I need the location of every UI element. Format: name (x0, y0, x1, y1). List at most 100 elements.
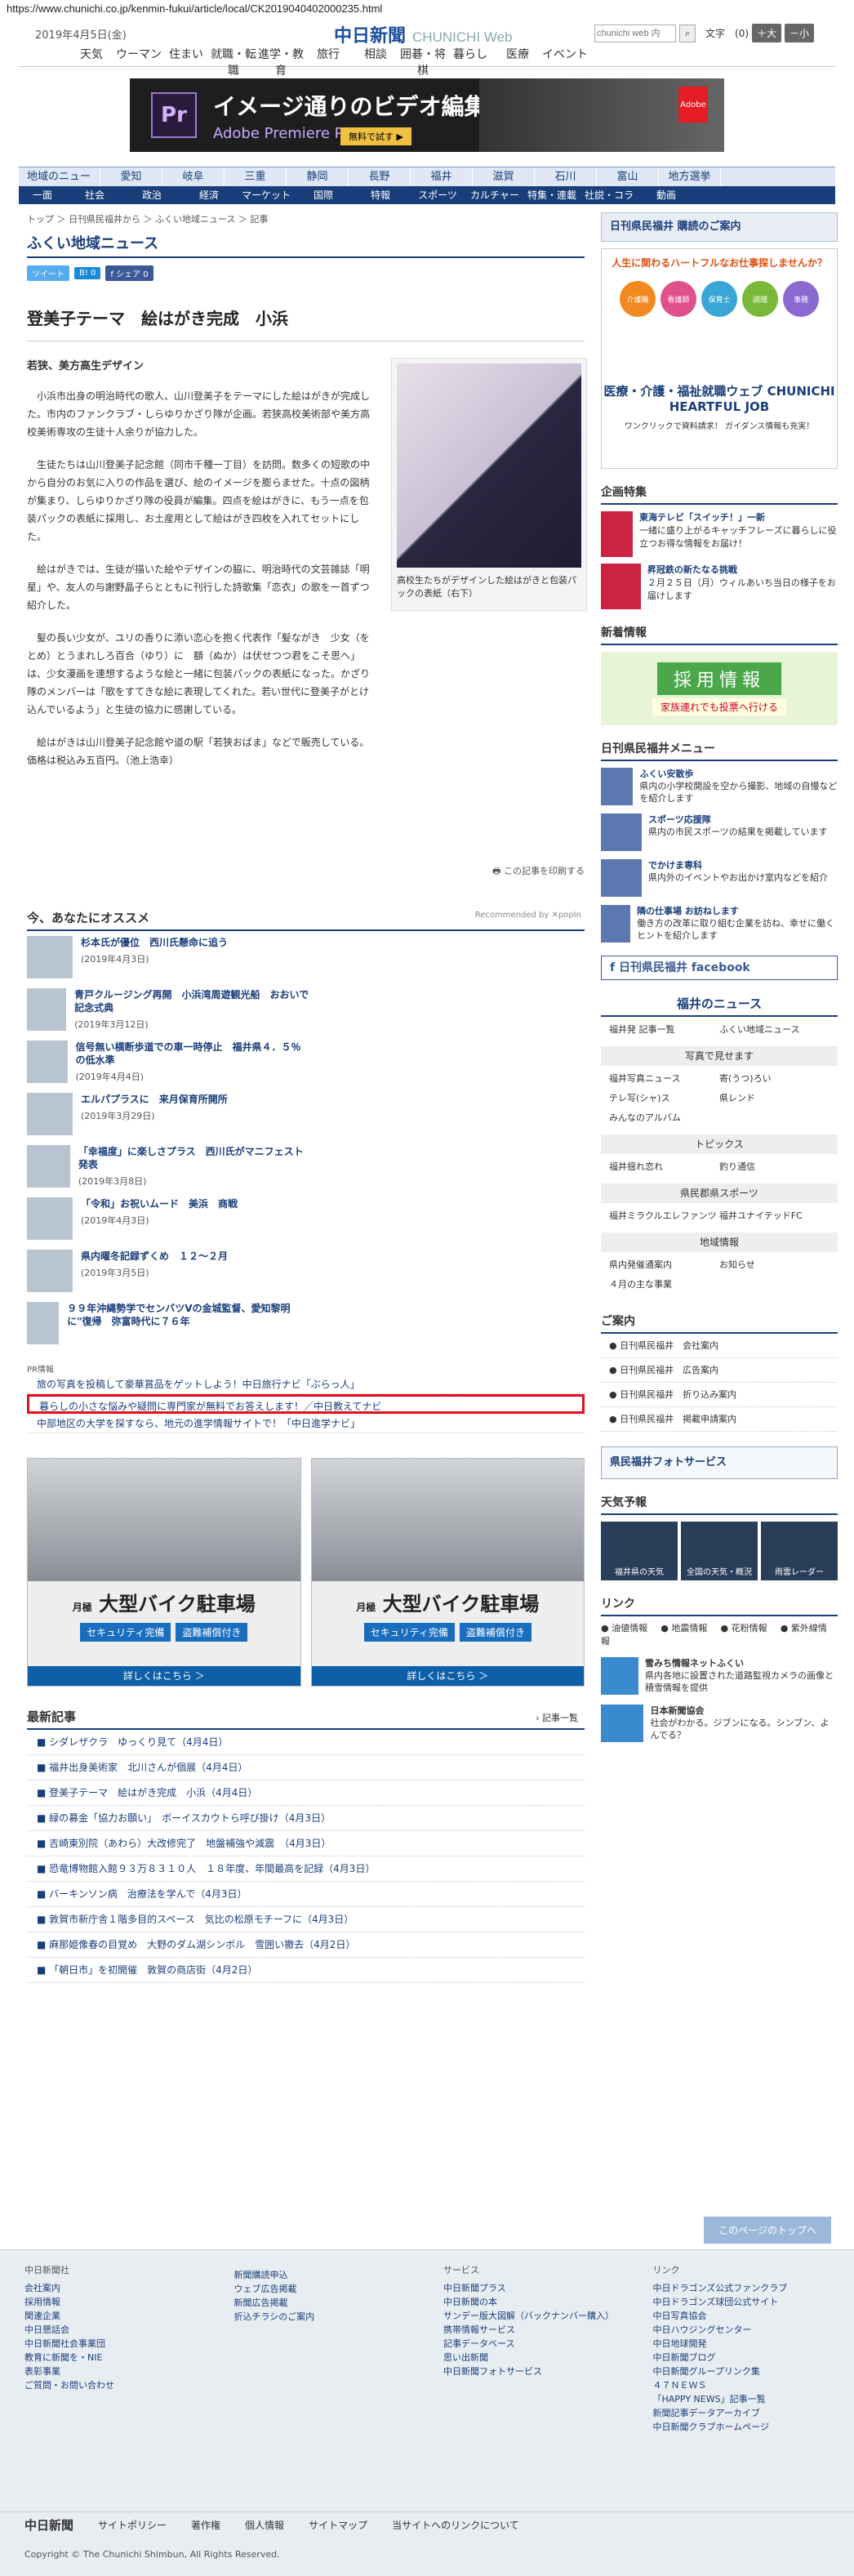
photo-link[interactable]: 県レンド (719, 1089, 830, 1108)
latest-item[interactable]: ■ バーキンソン病 治療法を学んで（4月3日） (27, 1882, 585, 1907)
recommend-title[interactable]: 「幸福度」に楽しさプラス 西川氏がマニフェスト発表 (78, 1145, 309, 1171)
menu-title[interactable]: 隣の仕事場 お訪ねします (637, 906, 739, 916)
feature-item[interactable]: 昇冠鉄の新たなる挑戦 ２月２５日（月）ウィルあいち当日の様子をお届けします (601, 564, 838, 609)
facebook-share-button[interactable]: f シェア 0 (105, 265, 153, 281)
recommend-item[interactable]: 「幸福度」に楽しさプラス 西川氏がマニフェスト発表 (2019年3月8日) (27, 1145, 309, 1191)
top-nav-item[interactable]: 囲碁・将棋 (399, 46, 447, 78)
recommend-title[interactable]: 杉本氏が優位 西川氏懸命に追う (81, 936, 228, 949)
menu-item[interactable]: 隣の仕事場 お訪ねします 働き方の改革に取り組む企業を訪ね、幸せに働くヒントを紹介… (601, 905, 838, 944)
footer-link[interactable]: 中日ハウジングセンター (653, 2323, 830, 2337)
topic-link[interactable]: 釣り通信 (719, 1157, 830, 1177)
pr-link-highlighted[interactable]: 暮らしの小さな悩みや疑問に専門家が無料でお答えします！／中日教えてナビ (27, 1394, 585, 1414)
footer-link[interactable]: 折込チラシのご案内 (234, 2310, 411, 2324)
region-nav-item[interactable]: 愛知 (100, 167, 162, 186)
photo-link[interactable]: 福井写真ニュース (609, 1069, 719, 1089)
photo-service-banner[interactable]: 県民福井フォトサービス (601, 1446, 838, 1479)
footer-link[interactable]: 教育に新聞を・NIE (24, 2351, 202, 2364)
link-title[interactable]: 日本新聞協会 (650, 1705, 704, 1716)
footer-bottom-link[interactable]: サイトマップ (309, 2518, 367, 2532)
sports-link[interactable]: 福井ミラクルエレファンツ (609, 1206, 719, 1226)
news-link[interactable]: ふくい地域ニュース (719, 1020, 830, 1040)
footer-link[interactable]: サンデー版大図解（バックナンバー購入） (443, 2309, 620, 2323)
nav-item[interactable]: 社説・コラム (580, 186, 638, 219)
region-nav-item[interactable]: 岐阜 (162, 167, 225, 186)
subscribe-banner[interactable]: 日刊県民福井 購読のご案内 (601, 212, 838, 242)
link-item[interactable]: ● 油値情報 (601, 1623, 647, 1633)
menu-title[interactable]: スポーツ応援隊 (648, 814, 711, 825)
footer-link[interactable]: 会社案内 (24, 2281, 202, 2295)
latest-item[interactable]: ■ 敦賀市新庁舎１階多目的スペース 気比の松原モチーフに（4月3日） (27, 1907, 585, 1932)
nav-item[interactable]: 一面 (19, 186, 66, 204)
print-link[interactable]: 🖶 この記事を印刷する (27, 864, 585, 880)
tweet-button[interactable]: ツイート (27, 265, 69, 281)
recommend-item[interactable]: 青戸クルージング再開 小浜湾周遊観光船 おおいで記念式典 (2019年3月12日) (27, 988, 309, 1034)
pr-link[interactable]: 中部地区の大学を探すなら、地元の進学情報サイトで！「中日進学ナビ」 (27, 1414, 585, 1433)
article-photo[interactable]: 高校生たちがデザインした絵はがきと包装パックの表紙（右下） (391, 358, 587, 611)
region-nav-item[interactable]: 地方選挙 (659, 167, 721, 186)
font-large-button[interactable]: ＋大 (752, 24, 782, 42)
photo-link[interactable]: 寄(うつ)ろい (719, 1069, 830, 1089)
region-nav-item[interactable]: 三重 (225, 167, 287, 186)
region-nav-item[interactable]: 滋賀 (473, 167, 535, 186)
bike-ad-more[interactable]: 詳しくはこちら ＞ (28, 1666, 300, 1686)
link-item[interactable]: ● 地震情報 (661, 1623, 707, 1633)
topic-link[interactable]: 福井揺れ恋れ (609, 1157, 719, 1177)
guide-link[interactable]: ● 日刊県民福井 掲載申請案内 (601, 1407, 838, 1432)
nav-item[interactable]: マーケット (238, 186, 295, 204)
recommend-item[interactable]: ９９年沖縄勢学でセンバツVの金城監督、愛知黎明に"復帰 弥富時代に７６年 (27, 1302, 309, 1348)
link-title[interactable]: 雪みち情報ネットふくい (645, 1658, 744, 1669)
job-ad[interactable]: 人生に関わるハートフルなお仕事探しませんか？ 介護職 看護師 保育士 調理 事務 医療・… (601, 248, 838, 469)
menu-title[interactable]: ふくい安散歩 (639, 769, 693, 779)
footer-link[interactable]: 「HAPPY NEWS」記事一覧 (653, 2392, 830, 2406)
recommend-title[interactable]: 信号無い横断歩道での車一時停止 福井県４．５％の低水準 (76, 1041, 309, 1067)
page-top-button[interactable]: このページのトップへ (704, 2217, 831, 2244)
top-nav-item[interactable]: 暮らし (447, 46, 494, 78)
feature-title[interactable]: 昇冠鉄の新たなる挑戦 (647, 564, 737, 575)
recommend-title[interactable]: ９９年沖縄勢学でセンバツVの金城監督、愛知黎明に"復帰 弥富時代に７６年 (67, 1302, 309, 1328)
footer-link[interactable]: ウェブ広告掲載 (234, 2282, 411, 2296)
footer-link[interactable]: ４７ＮＥＷＳ (653, 2378, 830, 2392)
footer-link[interactable]: 中日懇話会 (24, 2323, 202, 2337)
guide-link[interactable]: ● 日刊県民福井 広告案内 (601, 1358, 838, 1383)
footer-link[interactable]: 新聞広告掲載 (234, 2296, 411, 2310)
premiere-ad[interactable]: Pr イメージ通りのビデオ編集を Adobe Premiere Pro CC 無… (130, 78, 724, 152)
link-banner[interactable]: 日本新聞協会 社会がわかる。ジブンになる。シンブン、よんでる？ (601, 1705, 838, 1742)
news-link[interactable]: 福井発 記事一覧 (609, 1020, 719, 1040)
top-nav-item[interactable]: 就職・転職 (210, 46, 257, 78)
footer-link[interactable]: 中日新聞フォトサービス (443, 2364, 620, 2378)
region-nav-item[interactable]: 長野 (349, 167, 411, 186)
nav-item[interactable]: 経済 (180, 186, 238, 204)
guide-link[interactable]: ● 日刊県民福井 折り込み案内 (601, 1383, 838, 1407)
nav-item[interactable]: スポーツ (409, 186, 466, 204)
weather-radar[interactable]: 雨雲レーダー (761, 1522, 838, 1580)
top-nav-item[interactable]: 進学・教育 (257, 46, 305, 78)
footer-link[interactable]: 中日新聞クラブホームページ (653, 2420, 830, 2434)
footer-link[interactable]: 中日新聞ブログ (653, 2351, 830, 2364)
photo-link[interactable]: みんなのアルバム (609, 1108, 830, 1128)
recommend-item[interactable]: 県内曜冬記録ずくめ １２～２月 (2019年3月5日) (27, 1250, 309, 1295)
popin-credit[interactable]: Recommended by ✕popIn (475, 911, 581, 920)
footer-link[interactable]: 中日写真協会 (653, 2309, 830, 2323)
recommend-title[interactable]: 青戸クルージング再開 小浜湾周遊観光船 おおいで記念式典 (74, 988, 309, 1014)
footer-link[interactable]: 関連企業 (24, 2309, 202, 2323)
breadcrumb[interactable]: トップ ＞ 日刊県民福井から ＞ ふくい地域ニュース ＞ 記事 (27, 212, 585, 225)
region-nav-item[interactable]: 富山 (597, 167, 659, 186)
weather-fukui[interactable]: 福井県の天気 (601, 1522, 678, 1580)
recommend-item[interactable]: 「令和」お祝いムード 美浜 商戦 (2019年4月3日) (27, 1197, 309, 1243)
footer-link[interactable]: 中日新聞社会事業団 (24, 2337, 202, 2351)
footer-link[interactable]: ご質問・お問い合わせ (24, 2378, 202, 2392)
latest-item[interactable]: ■ シダレザクラ ゆっくり見て（4月4日） (27, 1730, 585, 1755)
footer-link[interactable]: 中日ドラゴンズ球団公式サイト (653, 2295, 830, 2309)
region-nav-item[interactable]: 福井 (411, 167, 473, 186)
nav-item[interactable]: 特報 (352, 186, 409, 204)
footer-link[interactable]: 記事データベース (443, 2337, 620, 2351)
menu-item[interactable]: ふくい安散歩 県内の小学校開設を空から撮影、地域の自慢などを紹介します (601, 768, 838, 807)
search-icon[interactable]: ⌕ (679, 24, 696, 42)
footer-bottom-link[interactable]: 当サイトへのリンクについて (392, 2518, 519, 2532)
top-nav-item[interactable]: 相談 (352, 46, 399, 78)
latest-item[interactable]: ■ 福井出身美術家 北川さんが個展（4月4日） (27, 1755, 585, 1780)
site-logo[interactable]: 中日新聞 CHUNICHI Web (334, 21, 513, 47)
footer-link[interactable]: 新聞記事データアーカイブ (653, 2406, 830, 2420)
link-item[interactable]: ● 花粉情報 (721, 1623, 767, 1633)
nav-item[interactable]: 社会 (66, 186, 123, 204)
